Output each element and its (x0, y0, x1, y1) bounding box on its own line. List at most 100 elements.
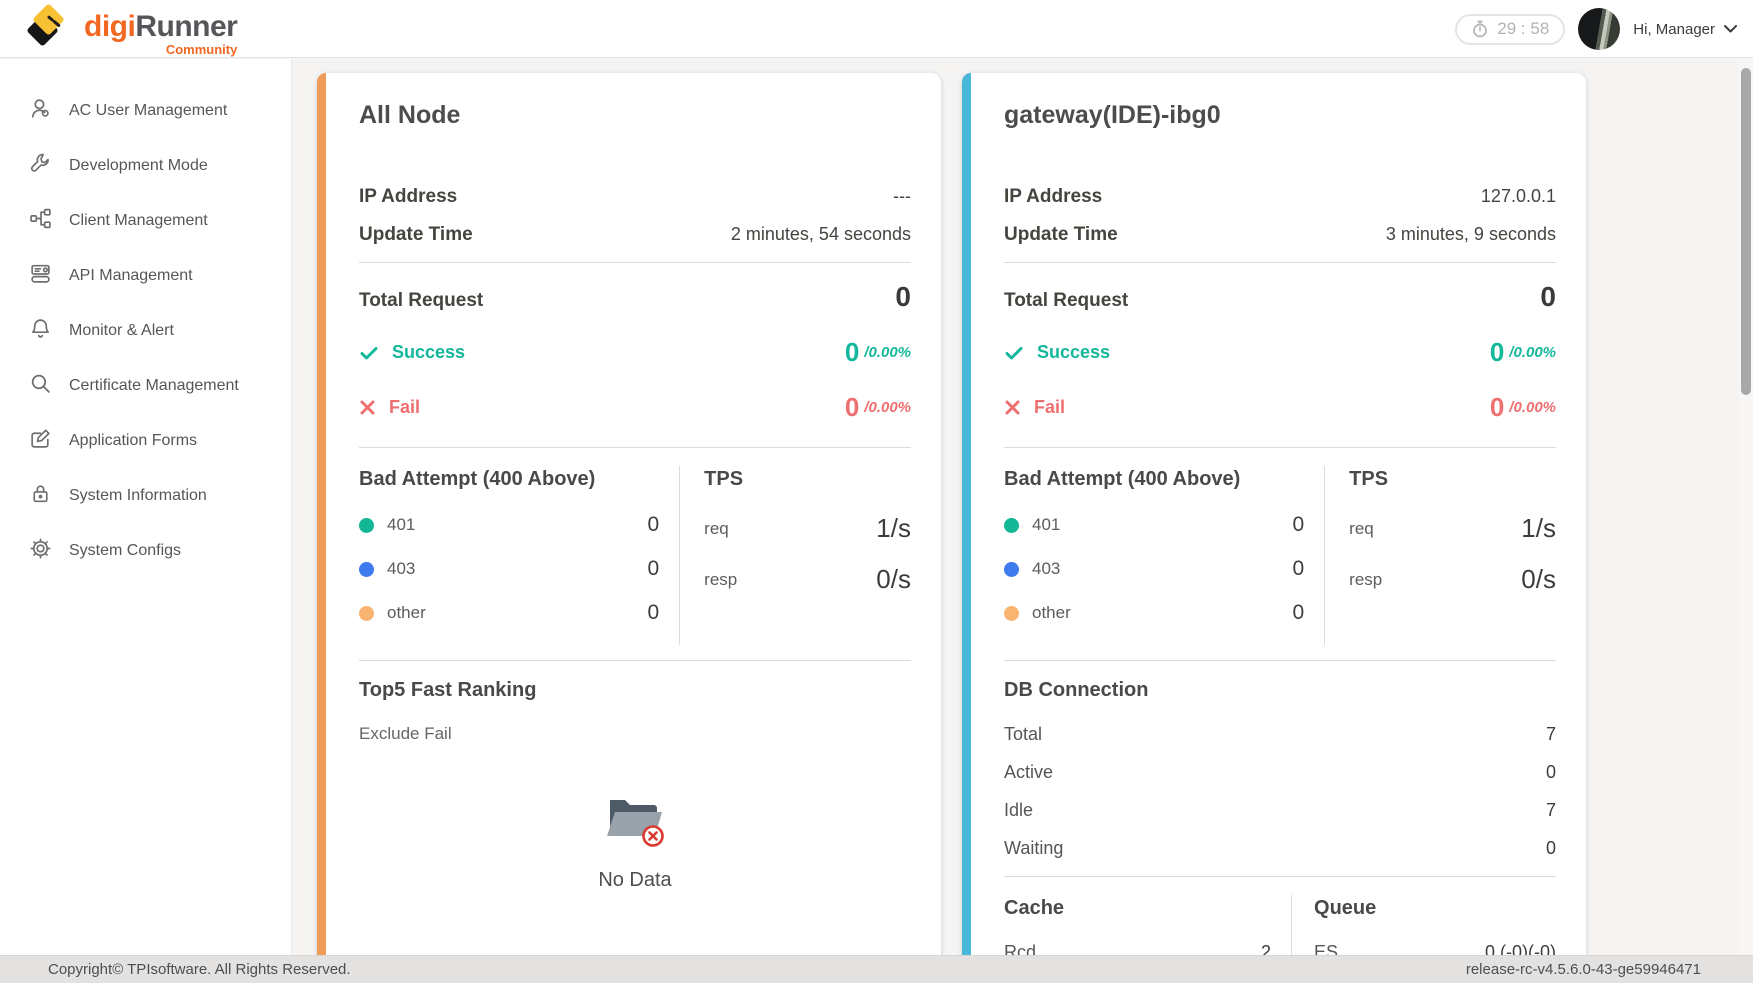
db-idle-row: Idle 7 (1004, 800, 1556, 821)
release-version-text: release-rc-v4.5.6.0-43-ge59946471 (1466, 961, 1701, 978)
queue-es-row: ES 0 (-0)(-0) (1314, 942, 1556, 955)
fail-label: Fail (389, 397, 845, 418)
status-dot-401 (1004, 518, 1019, 533)
bad-attempt-title: Bad Attempt (400 Above) (1004, 468, 1304, 491)
code-value: 0 (647, 601, 659, 625)
sidebar-item-label: Application Forms (69, 432, 197, 450)
user-greeting-label: Hi, Manager (1633, 21, 1715, 38)
cache-queue-section: Cache Rcd 2 Dao 31 Queue ES 0 (-0)(-0) (1004, 895, 1556, 955)
code-value: 0 (647, 557, 659, 581)
success-percent: /0.00% (864, 344, 911, 361)
card-title: gateway(IDE)-ibg0 (1004, 101, 1556, 130)
db-row-label: Active (1004, 762, 1053, 783)
tps-req-value: 1/s (876, 513, 911, 544)
code-label: 403 (1032, 559, 1060, 579)
db-row-label: Total (1004, 724, 1042, 745)
sidebar-item-monitor-alert[interactable]: Monitor & Alert (0, 303, 291, 358)
node-card-gateway-ibg0: gateway(IDE)-ibg0 IP Address 127.0.0.1 U… (962, 73, 1586, 955)
bad-attempt-tps-section: Bad Attempt (400 Above) 401 0 403 0 othe… (359, 466, 911, 645)
sidebar-item-client-management[interactable]: Client Management (0, 193, 291, 248)
bad-attempt-row-401: 401 0 (359, 513, 659, 537)
sidebar-item-ac-user-management[interactable]: AC User Management (0, 83, 291, 138)
brand-text: digiRunner Community (84, 5, 237, 56)
update-time-value: 2 minutes, 54 seconds (731, 224, 911, 245)
sidebar-item-development-mode[interactable]: Development Mode (0, 138, 291, 193)
tps-resp-value: 0/s (1521, 564, 1556, 595)
sidebar-item-api-management[interactable]: API Management (0, 248, 291, 303)
cache-title: Cache (1004, 897, 1271, 920)
no-data-label: No Data (359, 869, 911, 892)
fail-value: 0 (845, 392, 859, 423)
code-label: 403 (387, 559, 415, 579)
bad-attempt-row-403: 403 0 (1004, 557, 1304, 581)
card-accent-bar (962, 73, 971, 955)
tps-resp-label: resp (704, 570, 737, 590)
sidebar-item-system-configs[interactable]: System Configs (0, 523, 291, 578)
gear-icon (29, 537, 52, 565)
bad-attempt-row-401: 401 0 (1004, 513, 1304, 537)
divider (359, 447, 911, 448)
vertical-scrollbar-track[interactable] (1738, 59, 1753, 955)
status-dot-403 (1004, 562, 1019, 577)
code-label: other (387, 603, 426, 623)
cache-rcd-row: Rcd 2 (1004, 942, 1271, 955)
fail-value: 0 (1490, 392, 1504, 423)
bad-attempt-row-other: other 0 (1004, 601, 1304, 625)
db-row-value: 0 (1546, 762, 1556, 783)
status-dot-other (1004, 606, 1019, 621)
node-card-all-node: All Node IP Address --- Update Time 2 mi… (317, 73, 941, 955)
bad-attempt-row-403: 403 0 (359, 557, 659, 581)
top5-fast-ranking-title: Top5 Fast Ranking (359, 679, 911, 702)
db-row-value: 7 (1546, 724, 1556, 745)
sidebar-item-label: API Management (69, 267, 193, 285)
chevron-down-icon (1724, 25, 1737, 33)
sidebar-item-label: System Information (69, 487, 207, 505)
user-menu[interactable]: Hi, Manager (1633, 21, 1737, 38)
fail-percent: /0.00% (864, 399, 911, 416)
code-value: 0 (1292, 557, 1304, 581)
sidebar-item-application-forms[interactable]: Application Forms (0, 413, 291, 468)
total-request-label: Total Request (359, 290, 483, 312)
status-dot-other (359, 606, 374, 621)
ip-address-row: IP Address --- (359, 186, 911, 208)
total-request-row: Total Request 0 (1004, 281, 1556, 313)
update-time-row: Update Time 2 minutes, 54 seconds (359, 224, 911, 246)
tps-req-row: req 1/s (1349, 513, 1556, 544)
no-data-placeholder: No Data (359, 792, 911, 892)
avatar[interactable] (1578, 8, 1620, 50)
db-waiting-row: Waiting 0 (1004, 838, 1556, 859)
hierarchy-icon (29, 207, 52, 235)
tps-req-value: 1/s (1521, 513, 1556, 544)
code-label: 401 (1032, 515, 1060, 535)
tps-req-row: req 1/s (704, 513, 911, 544)
update-time-label: Update Time (359, 224, 473, 246)
x-icon (359, 399, 376, 416)
sidebar-item-label: Certificate Management (69, 377, 239, 395)
sidebar-item-system-information[interactable]: System Information (0, 468, 291, 523)
total-request-value: 0 (1540, 281, 1556, 313)
dashboard-main: All Node IP Address --- Update Time 2 mi… (293, 59, 1753, 955)
sidebar-item-label: Monitor & Alert (69, 322, 174, 340)
x-icon (1004, 399, 1021, 416)
code-value: 0 (1292, 601, 1304, 625)
total-request-row: Total Request 0 (359, 281, 911, 313)
sidebar-item-label: Client Management (69, 212, 208, 230)
update-time-value: 3 minutes, 9 seconds (1386, 224, 1556, 245)
db-connection-title: DB Connection (1004, 679, 1556, 702)
success-label: Success (392, 342, 845, 363)
ip-address-value: --- (893, 186, 911, 207)
check-icon (359, 343, 379, 363)
tps-title: TPS (1349, 468, 1556, 491)
session-timer[interactable]: 29 : 58 (1455, 14, 1565, 45)
divider (1004, 447, 1556, 448)
digirunner-logo-icon (26, 5, 72, 51)
brand-digi: digi (84, 10, 135, 43)
update-time-row: Update Time 3 minutes, 9 seconds (1004, 224, 1556, 246)
queue-row-label: ES (1314, 942, 1338, 955)
ip-address-label: IP Address (359, 186, 457, 208)
sidebar-nav: AC User Management Development Mode Clie… (0, 59, 292, 955)
sidebar-item-certificate-management[interactable]: Certificate Management (0, 358, 291, 413)
vertical-scrollbar-thumb[interactable] (1741, 68, 1751, 395)
brand-logo[interactable]: digiRunner Community (26, 5, 237, 56)
bad-attempt-title: Bad Attempt (400 Above) (359, 468, 659, 491)
